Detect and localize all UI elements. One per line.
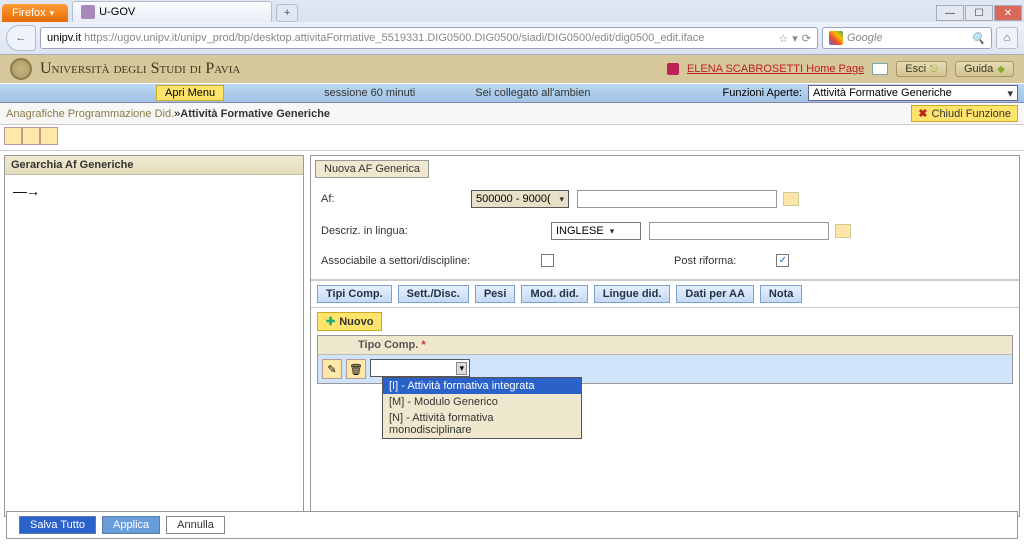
nuova-af-generica-button[interactable]: Nuova AF Generica — [315, 160, 429, 178]
layout-icon-3[interactable] — [40, 127, 58, 145]
close-icon: ✖ — [918, 107, 927, 120]
tab-favicon — [81, 5, 95, 19]
tab-mod-did[interactable]: Mod. did. — [521, 285, 587, 303]
edit-row-icon[interactable]: ✎ — [322, 359, 342, 379]
descrizione-picker-icon[interactable] — [835, 224, 851, 238]
url-path: https://ugov.unipv.it/unipv_prod/bp/desk… — [84, 32, 704, 44]
help-icon: ◆ — [997, 64, 1005, 75]
mail-icon[interactable] — [872, 63, 888, 75]
user-icon — [667, 63, 679, 75]
breadcrumb-parent[interactable]: Anagrafiche Programmazione Did. — [6, 108, 174, 120]
dropdown-option[interactable]: [M] - Modulo Generico — [383, 394, 581, 410]
reload-icon[interactable]: ⟳ — [802, 32, 811, 45]
nuovo-button[interactable]: ✚Nuovo — [317, 312, 382, 331]
search-placeholder: Google — [847, 32, 882, 44]
tab-dati-per-aa[interactable]: Dati per AA — [676, 285, 754, 303]
help-button[interactable]: Guida◆ — [955, 61, 1014, 77]
search-icon[interactable]: 🔍 — [971, 32, 985, 45]
window-minimize-button[interactable]: — — [936, 5, 964, 21]
chiudi-funzione-button[interactable]: ✖Chiudi Funzione — [911, 105, 1018, 122]
table-row: ✎ 🗑 [I] - Attività formativa integrata [… — [318, 355, 1012, 383]
search-bar[interactable]: Google 🔍 — [822, 27, 992, 49]
descrizione-label: Descriz. in lingua: — [321, 225, 471, 237]
associabile-checkbox[interactable] — [541, 254, 554, 267]
tab-sett-disc[interactable]: Sett./Disc. — [398, 285, 469, 303]
af-picker-icon[interactable] — [783, 192, 799, 206]
dropdown-option[interactable]: [N] - Attività formativa monodisciplinar… — [383, 410, 581, 438]
apri-menu-button[interactable]: Apri Menu — [156, 85, 224, 101]
layout-toolbar — [0, 125, 1024, 151]
university-title: Università degli Studi di Pavia — [40, 60, 240, 78]
user-home-link[interactable]: ELENA SCABROSETTI Home Page — [687, 63, 864, 75]
left-panel-title: Gerarchia Af Generiche — [5, 156, 303, 175]
annulla-button[interactable]: Annulla — [166, 516, 225, 534]
url-host: unipv.it — [47, 32, 81, 44]
delete-row-icon[interactable]: 🗑 — [346, 359, 366, 379]
window-close-button[interactable]: ✕ — [994, 5, 1022, 21]
google-icon — [829, 31, 843, 45]
logout-icon: ⎋ — [930, 64, 938, 75]
tab-title: U-GOV — [99, 6, 135, 18]
salva-tutto-button[interactable]: Salva Tutto — [19, 516, 96, 534]
tab-lingue-did[interactable]: Lingue did. — [594, 285, 671, 303]
connection-status: Sei collegato all'ambien — [475, 87, 590, 99]
tab-nota[interactable]: Nota — [760, 285, 802, 303]
grid-col-header: Tipo Comp. * — [318, 336, 1012, 355]
university-logo — [10, 58, 32, 80]
af-label: Af: — [321, 193, 471, 205]
bookmark-star-icon[interactable]: ☆ — [778, 32, 788, 45]
new-tab-button[interactable]: + — [276, 4, 298, 22]
funzioni-aperte-label: Funzioni Aperte: — [723, 87, 803, 99]
post-riforma-label: Post riforma: — [674, 255, 736, 267]
home-button[interactable]: ⌂ — [996, 27, 1018, 49]
dropdown-option[interactable]: [I] - Attività formativa integrata — [383, 378, 581, 394]
af-text-input[interactable] — [577, 190, 777, 208]
associabile-label: Associabile a settori/discipline: — [321, 255, 541, 267]
tipo-comp-dropdown-list: [I] - Attività formativa integrata [M] -… — [382, 377, 582, 439]
session-timer: sessione 60 minuti — [324, 87, 415, 99]
plus-icon: ✚ — [326, 315, 335, 328]
layout-icon-1[interactable] — [4, 127, 22, 145]
window-maximize-button[interactable]: ☐ — [965, 5, 993, 21]
tipo-comp-select[interactable] — [370, 359, 470, 377]
firefox-menu-button[interactable]: Firefox — [2, 4, 68, 22]
browser-tab[interactable]: U-GOV — [72, 1, 272, 22]
nav-back-button[interactable]: ← — [6, 25, 36, 51]
breadcrumb-current: Attività Formative Generiche — [180, 108, 330, 120]
url-bar[interactable]: unipv.it https://ugov.unipv.it/unipv_pro… — [40, 27, 818, 49]
url-dropdown-icon[interactable]: ▾ — [792, 32, 798, 45]
tree-arrow-icon[interactable]: —→ — [13, 183, 39, 199]
layout-icon-2[interactable] — [22, 127, 40, 145]
logout-button[interactable]: Esci⎋ — [896, 61, 947, 77]
applica-button[interactable]: Applica — [102, 516, 160, 534]
funzioni-aperte-select[interactable]: Attività Formative Generiche — [808, 85, 1018, 101]
lingua-select[interactable]: INGLESE — [551, 222, 641, 240]
tab-pesi[interactable]: Pesi — [475, 285, 516, 303]
descrizione-input[interactable] — [649, 222, 829, 240]
af-range-select[interactable]: 500000 - 9000( — [471, 190, 569, 208]
post-riforma-checkbox[interactable]: ✓ — [776, 254, 789, 267]
tab-tipi-comp[interactable]: Tipi Comp. — [317, 285, 392, 303]
